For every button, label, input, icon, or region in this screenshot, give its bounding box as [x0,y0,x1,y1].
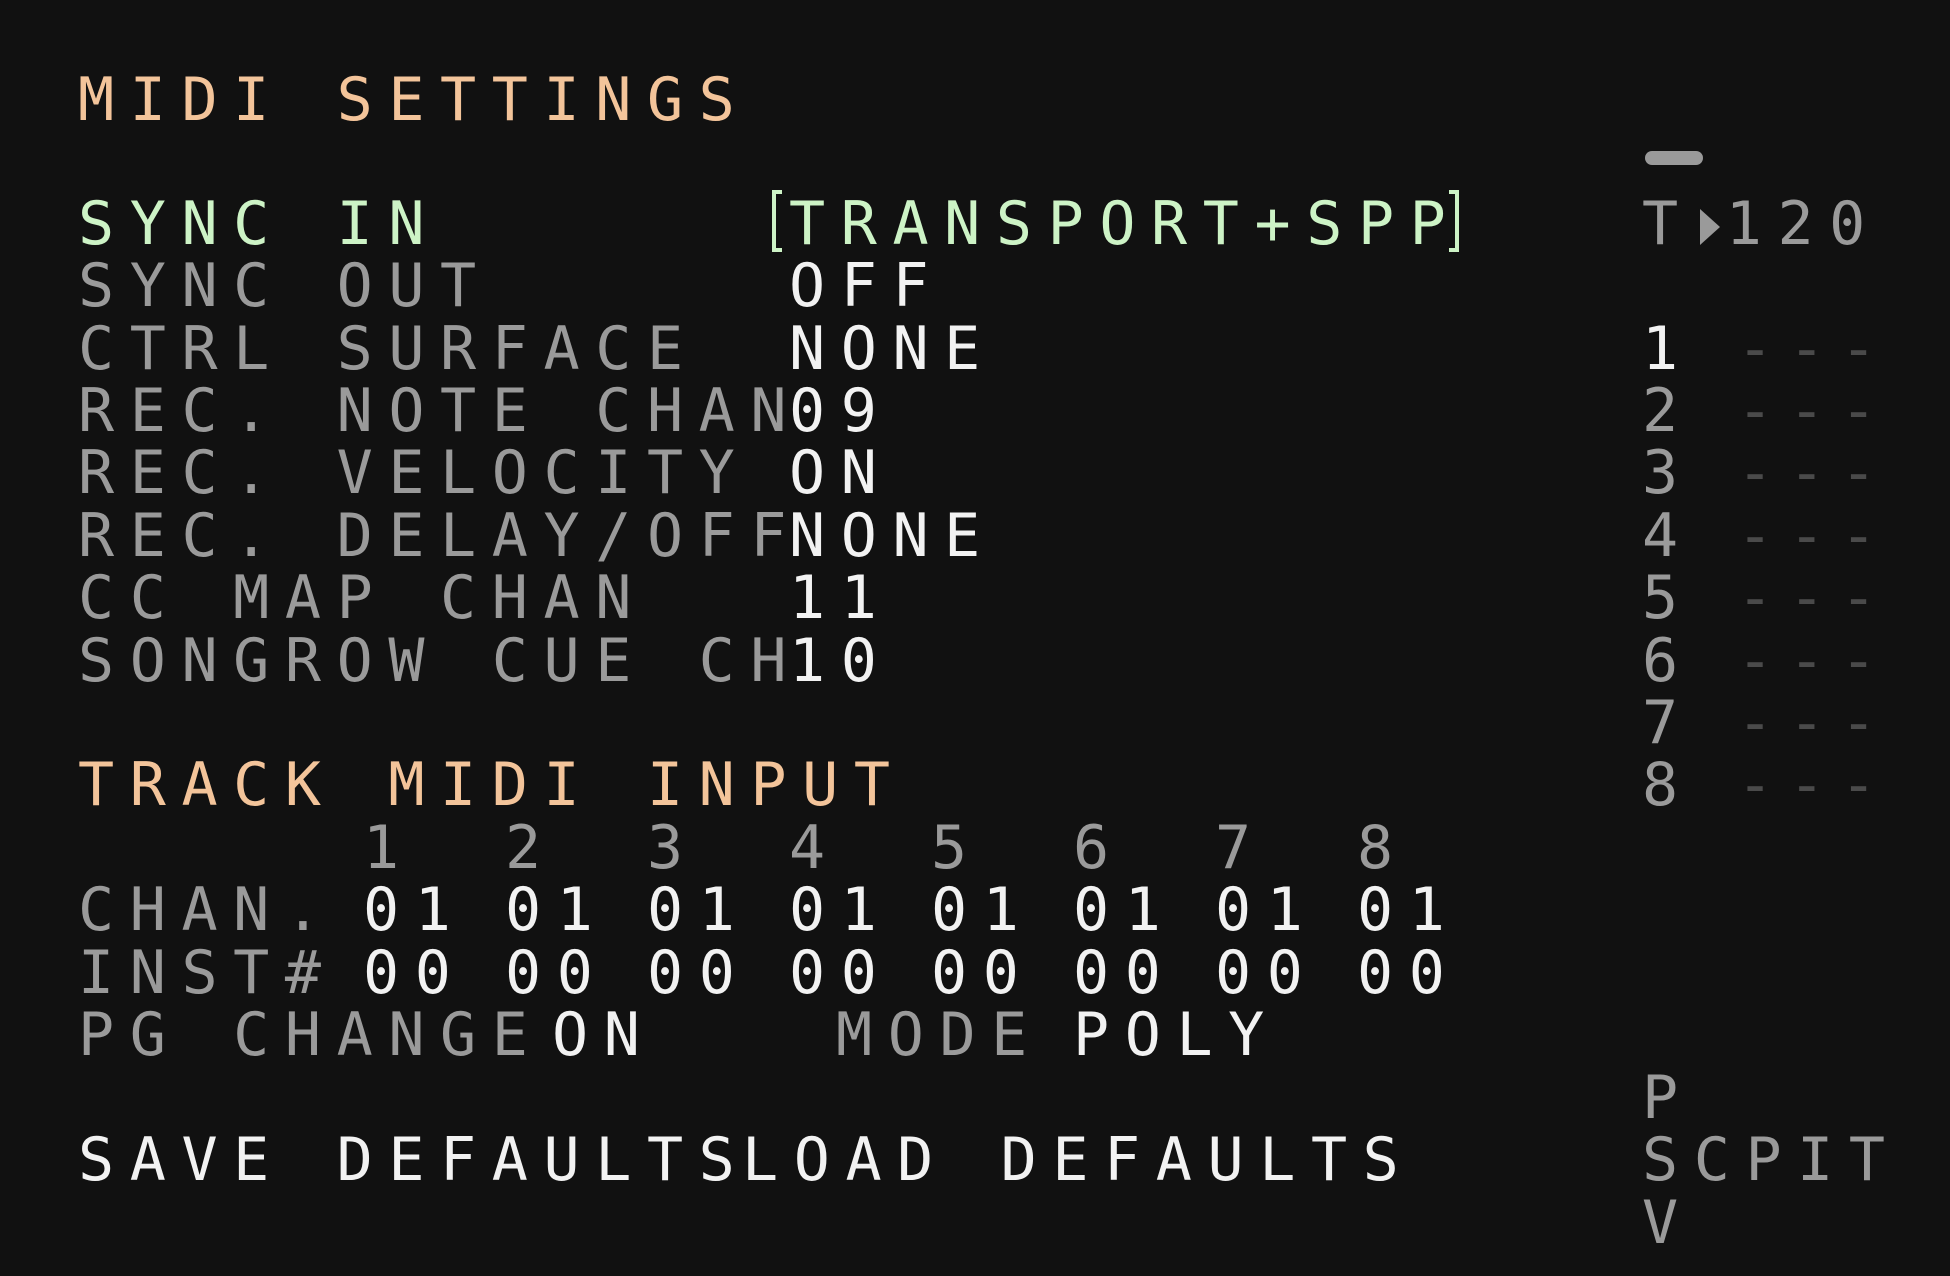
track-6-number: 6 [1642,626,1694,696]
inst-value-1[interactable]: 00 [363,942,466,1004]
chan-value-4[interactable]: 01 [789,879,892,941]
page-title: MIDI SETTINGS [78,65,751,135]
load-defaults-button[interactable]: LOAD DEFAULTS [742,1129,1414,1191]
track-2-number: 2 [1642,376,1694,446]
tempo-value: 120 [1725,189,1881,259]
sync-out-label: SYNC OUT [78,251,492,321]
chan-value-1[interactable]: 01 [363,879,466,941]
play-icon [1699,209,1720,246]
track-header-7: 7 [1215,813,1267,883]
track-1-number: 1 [1642,314,1694,384]
rec-velocity-value[interactable]: ON [789,442,892,504]
ctrl-surface-value[interactable]: NONE [789,318,996,380]
cc-map-chan-value[interactable]: 11 [789,567,892,629]
save-defaults-button[interactable]: SAVE DEFAULTS [78,1129,750,1191]
inst-value-3[interactable]: 00 [647,942,750,1004]
screen-indicator [1645,151,1703,165]
track-4-status: --- [1737,501,1893,571]
track-7-status: --- [1737,688,1893,758]
chan-label: CHAN. [78,875,337,945]
rec-velocity-label: REC. VELOCITY [78,438,751,508]
tempo-prefix: T [1642,189,1694,259]
track-midi-input-title: TRACK MIDI INPUT [78,750,906,820]
chan-value-8[interactable]: 01 [1357,879,1460,941]
track-header-1: 1 [363,813,415,883]
songrow-cue-ch-value[interactable]: 10 [789,630,892,692]
track-2-status: --- [1737,376,1893,446]
track-header-2: 2 [505,813,557,883]
track-6-status: --- [1737,626,1893,696]
rec-note-chan-label: REC. NOTE CHAN [78,376,803,446]
rec-delay-off-value[interactable]: NONE [789,505,996,567]
rec-delay-off-label: REC. DELAY/OFF [78,501,803,571]
track-5-number: 5 [1642,563,1694,633]
track-header-3: 3 [647,813,699,883]
sync-in-label: SYNC IN [78,189,441,259]
track-4-number: 4 [1642,501,1694,571]
inst-value-2[interactable]: 00 [505,942,608,1004]
track-header-8: 8 [1357,813,1409,883]
mode-value[interactable]: POLY [1073,1004,1280,1066]
songrow-cue-ch-label: SONGROW CUE CH [78,626,803,696]
sync-in-value[interactable]: TRANSPORT+SPP [789,193,1461,255]
pg-change-label: PG CHANGE [78,1000,544,1070]
cc-map-chan-label: CC MAP CHAN [78,563,647,633]
chan-value-7[interactable]: 01 [1215,879,1318,941]
track-8-number: 8 [1642,750,1694,820]
inst-value-8[interactable]: 00 [1357,942,1460,1004]
inst-value-6[interactable]: 00 [1073,942,1176,1004]
mode-label: MODE [836,1000,1043,1070]
rec-note-chan-value[interactable]: 09 [789,380,892,442]
track-5-status: --- [1737,563,1893,633]
nav-up-label: P [1642,1063,1694,1133]
inst-value-5[interactable]: 00 [931,942,1034,1004]
track-3-status: --- [1737,438,1893,508]
track-header-5: 5 [931,813,983,883]
track-header-4: 4 [789,813,841,883]
chan-value-5[interactable]: 01 [931,879,1034,941]
track-8-status: --- [1737,750,1893,820]
inst-value-4[interactable]: 00 [789,942,892,1004]
screen-map: SCPIT [1642,1125,1901,1195]
chan-value-6[interactable]: 01 [1073,879,1176,941]
chan-value-2[interactable]: 01 [505,879,608,941]
pg-change-value[interactable]: ON [552,1004,655,1066]
track-7-number: 7 [1642,688,1694,758]
track-3-number: 3 [1642,438,1694,508]
ctrl-surface-label: CTRL SURFACE [78,314,699,384]
tempo-display: T 120 [1642,193,1881,255]
track-1-status: --- [1737,314,1893,384]
inst-label: INST# [78,938,337,1008]
inst-value-7[interactable]: 00 [1215,942,1318,1004]
sync-out-value[interactable]: OFF [789,255,944,317]
nav-down-label: V [1642,1188,1694,1258]
chan-value-3[interactable]: 01 [647,879,750,941]
track-header-6: 6 [1073,813,1125,883]
